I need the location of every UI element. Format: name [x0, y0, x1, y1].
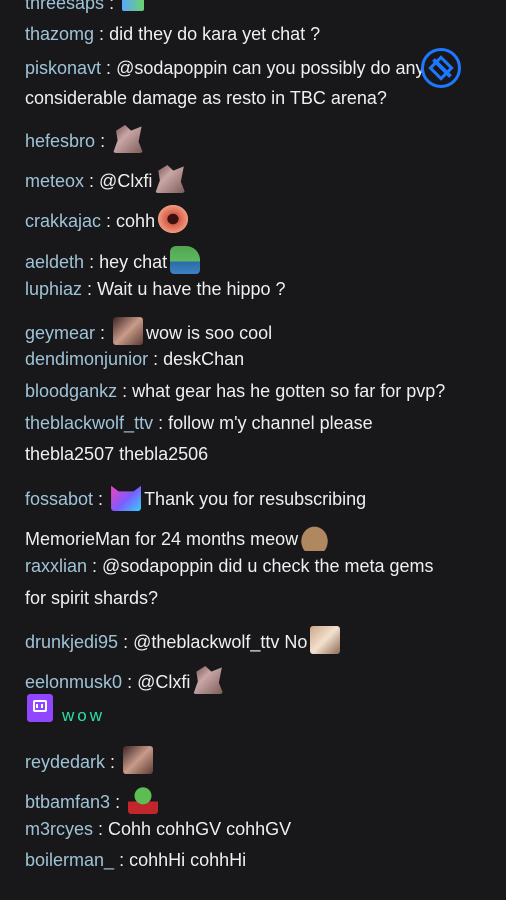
chat-message: boilerman_ : cohhHi cohhHi [25, 850, 247, 870]
chat-username[interactable]: theblackwolf_ttv [25, 413, 153, 433]
man-emote-icon [310, 626, 341, 654]
chat-username[interactable]: btbamfan3 [25, 792, 110, 812]
chat-text: @sodapoppin can you possibly do any [116, 58, 425, 78]
chat-text: deskChan [163, 349, 245, 369]
chat-username[interactable]: geymear [25, 323, 95, 343]
frog-emote-icon [170, 246, 201, 274]
chat-message-continuation: for spirit shards? [25, 587, 494, 609]
chat-text: cohhHi cohhHi [129, 850, 247, 870]
dog-emote-icon [113, 125, 144, 153]
chat-username[interactable]: drunkjedi95 [25, 632, 118, 652]
chat-username[interactable]: dendimonjunior [25, 349, 148, 369]
chat-message: bloodgankz : what gear has he gotten so … [25, 381, 446, 401]
chat-message: theblackwolf_ttv : follow m'y channel pl… [25, 413, 373, 433]
rat-emote-icon [301, 523, 332, 551]
chat-message: geymear : wow is soo cool [25, 317, 494, 345]
chat-username[interactable]: reydedark [25, 752, 105, 772]
chat-text: MemorieMan for 24 months meow [25, 529, 299, 549]
chat-text: considerable damage as resto in TBC aren… [25, 88, 387, 108]
chat-message: meteox : @Clxfi [25, 165, 494, 193]
lips-emote-icon [158, 205, 189, 233]
chat-message-continuation: considerable damage as resto in TBC aren… [25, 87, 494, 109]
chat-message: threesaps : [25, 0, 494, 14]
chat-text: what gear has he gotten so far for pvp? [132, 381, 446, 401]
chat-message: crakkajac : cohh [25, 205, 494, 233]
chat-text: did they do kara yet chat ? [109, 24, 321, 44]
chat-username[interactable]: boilerman_ [25, 850, 114, 870]
chat-message: dendimonjunior : deskChan [25, 349, 245, 369]
chat-message: aeldeth : hey chat [25, 246, 494, 274]
chat-text: Cohh cohhGV cohhGV [108, 819, 292, 839]
chat-message: raxxlian : @sodapoppin did u check the m… [25, 556, 434, 576]
dog-emote-icon [155, 165, 186, 193]
chat-username[interactable]: crakkajac [25, 211, 101, 231]
chat-message: eelonmusk0 : @Clxfi [25, 666, 494, 694]
chat-text: Wait u have the hippo ? [97, 279, 286, 299]
chat-message: hefesbro : [25, 125, 494, 153]
cat-emote-icon [111, 485, 142, 511]
floating-overlay-icon[interactable] [421, 48, 461, 88]
chat-text: cohh [116, 211, 156, 231]
chat-username[interactable]: hefesbro [25, 131, 95, 151]
chat-text: @Clxfi [137, 672, 191, 692]
chat-username[interactable]: piskonavt [25, 58, 101, 78]
chat-message: reydedark : [25, 746, 494, 774]
chat-text: follow m'y channel please [168, 413, 373, 433]
chat-text: @Clxfi [99, 171, 153, 191]
twitch-logo-icon [27, 694, 53, 722]
chat-text: wow is soo cool [146, 323, 273, 343]
chat-username[interactable]: aeldeth [25, 252, 84, 272]
chat-username[interactable]: thazomg [25, 24, 94, 44]
chat-username[interactable]: fossabot [25, 489, 93, 509]
chat-message: btbamfan3 : [25, 786, 494, 814]
chat-log: threesaps : thazomg : did they do kara y… [0, 0, 506, 900]
chat-text: for spirit shards? [25, 588, 159, 608]
chat-username[interactable]: bloodgankz [25, 381, 117, 401]
chat-username[interactable]: threesaps [25, 0, 104, 13]
chat-message: drunkjedi95 : @theblackwolf_ttv No [25, 626, 494, 654]
face-emote-icon [113, 317, 144, 345]
chat-message: m3rcyes : Cohh cohhGV cohhGV [25, 819, 292, 839]
chat-message: luphiaz : Wait u have the hippo ? [25, 279, 286, 299]
chat-text: Thank you for resubscribing [144, 489, 367, 509]
wow-text: wow [62, 706, 106, 725]
chat-username[interactable]: meteox [25, 171, 84, 191]
chat-message-continuation: thebla2507 thebla2506 [25, 443, 494, 465]
chat-message-continuation: MemorieMan for 24 months meow [25, 523, 494, 551]
face-emote-icon [123, 746, 154, 774]
emote-icon [122, 0, 145, 11]
pepe-emote-icon [128, 786, 159, 814]
chat-text: hey chat [99, 252, 168, 272]
chat-text: @theblackwolf_ttv No [133, 632, 308, 652]
chat-username[interactable]: m3rcyes [25, 819, 93, 839]
dog-emote-icon [193, 666, 224, 694]
chat-username[interactable]: luphiaz [25, 279, 82, 299]
chat-message: fossabot : Thank you for resubscribing [25, 483, 494, 511]
chat-username[interactable]: eelonmusk0 [25, 672, 122, 692]
chat-message: thazomg : did they do kara yet chat ? [25, 24, 321, 44]
chat-text: @sodapoppin did u check the meta gems [102, 556, 434, 576]
chat-text: thebla2507 thebla2506 [25, 444, 209, 464]
chat-username[interactable]: raxxlian [25, 556, 87, 576]
